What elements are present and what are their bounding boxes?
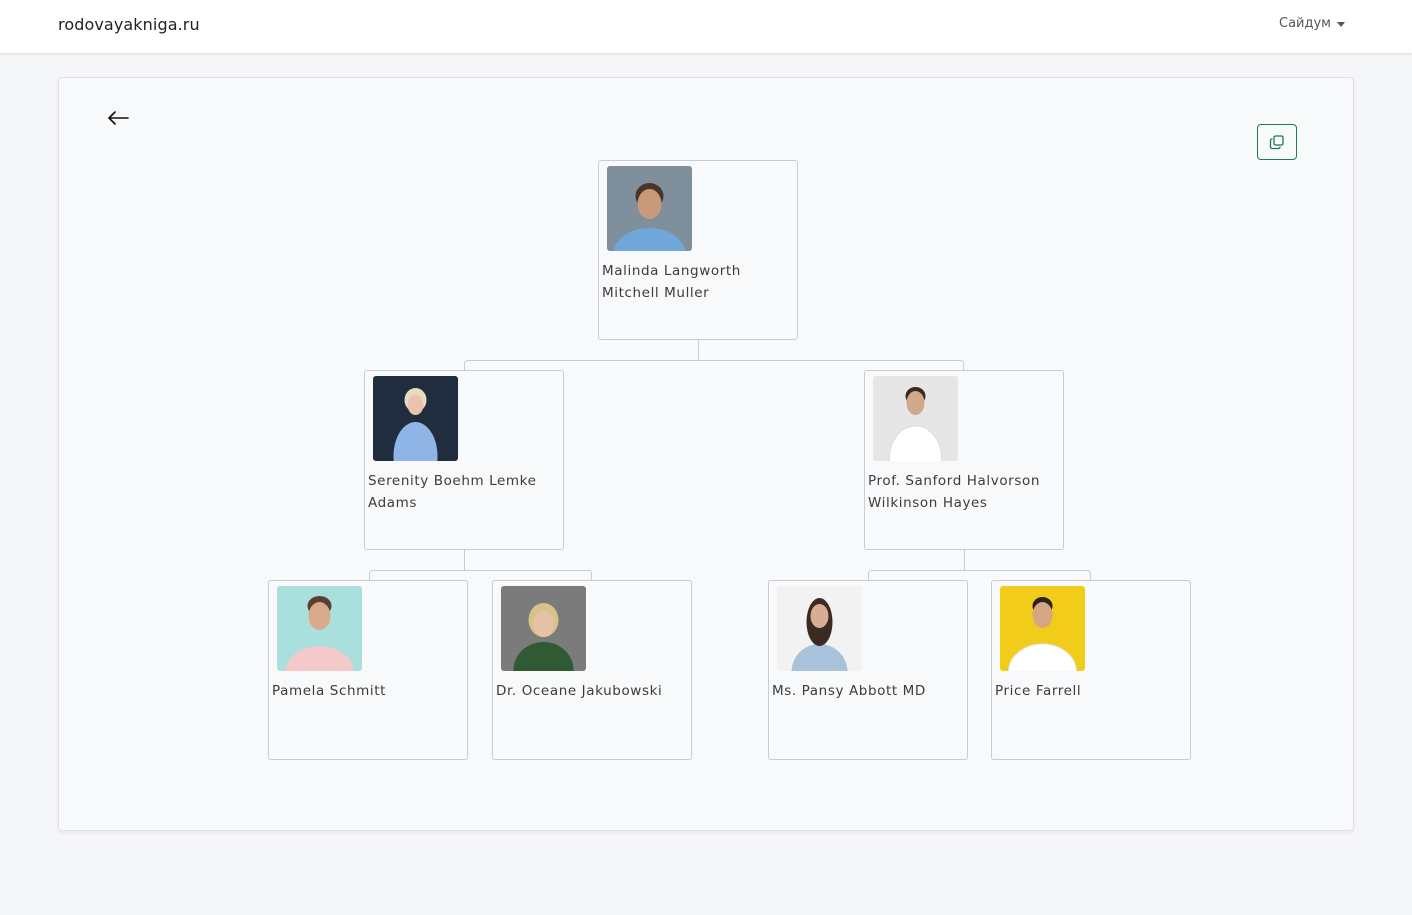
person-photo: [873, 376, 958, 461]
person-name: Serenity Boehm Lemke Adams: [368, 473, 537, 511]
person-photo: [777, 586, 862, 671]
tree-connector-lines: [369, 340, 1091, 580]
person-photo: [1000, 586, 1085, 671]
person-card-grandchild[interactable]: Dr. Oceane Jakubowski: [492, 580, 692, 760]
person-photo: [277, 586, 362, 671]
person-photo: [501, 586, 586, 671]
person-name: Pamela Schmitt: [272, 683, 387, 699]
person-card-root[interactable]: Malinda Langworth Mitchell Muller: [598, 160, 798, 340]
person-name: Ms. Pansy Abbott MD: [772, 683, 926, 699]
person-card-grandchild[interactable]: Ms. Pansy Abbott MD: [768, 580, 968, 760]
person-card-grandchild[interactable]: Price Farrell: [991, 580, 1191, 760]
person-name: Prof. Sanford Halvorson Wilkinson Hayes: [868, 473, 1040, 511]
person-card-child[interactable]: Prof. Sanford Halvorson Wilkinson Hayes: [864, 370, 1064, 550]
person-card-child[interactable]: Serenity Boehm Lemke Adams: [364, 370, 564, 550]
person-card-grandchild[interactable]: Pamela Schmitt: [268, 580, 468, 760]
person-photo: [607, 166, 692, 251]
person-name: Price Farrell: [995, 683, 1082, 699]
person-name: Malinda Langworth Mitchell Muller: [602, 263, 741, 301]
person-photo: [373, 376, 458, 461]
person-name: Dr. Oceane Jakubowski: [496, 683, 663, 699]
